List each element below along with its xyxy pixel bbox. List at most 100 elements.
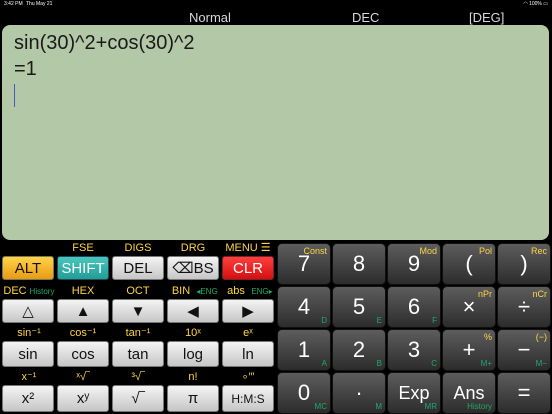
key-alt-label: C: [431, 359, 437, 368]
digit-4-button[interactable]: 4D: [277, 286, 331, 328]
digit-7-button[interactable]: 7 Const: [277, 243, 331, 285]
key-shift-label: %: [483, 332, 492, 342]
plus-button[interactable]: +% M+: [442, 329, 496, 371]
key-main-label: (: [465, 251, 473, 276]
del-button[interactable]: DEL: [112, 256, 164, 280]
label-dec: DEC: [3, 285, 27, 297]
result-text: =1: [14, 58, 37, 80]
digit-8-button[interactable]: 8: [332, 243, 386, 285]
log-button[interactable]: log: [167, 341, 219, 367]
digit-9-button[interactable]: 9 Mod: [387, 243, 441, 285]
label-hex: HEX: [71, 285, 95, 297]
right-arrow-icon[interactable]: ▶: [222, 299, 274, 323]
status-bar: 3:42 PM Thu May 21 ◠ 100% ▭: [0, 0, 552, 9]
key-main-label: 9: [407, 251, 421, 276]
multiply-button[interactable]: × nPr: [442, 286, 496, 328]
decimal-point-button[interactable]: · M: [332, 372, 386, 414]
digit-5-button[interactable]: 5E: [332, 286, 386, 328]
key-alt-label: E: [376, 316, 382, 325]
square-button[interactable]: x²: [2, 385, 54, 412]
label-fse: FSE: [72, 242, 94, 254]
power-button[interactable]: xʸ: [57, 385, 109, 412]
expression-text: sin(30)^2+cos(30)^2: [14, 32, 195, 54]
key-main-label: −: [517, 337, 531, 362]
tan-button[interactable]: tan: [112, 341, 164, 367]
key-alt-label: M−: [535, 359, 547, 368]
down-arrow-icon[interactable]: ▼: [112, 299, 164, 323]
label-drg: DRG: [180, 242, 206, 254]
hms-button[interactable]: H:M:S: [222, 385, 274, 412]
key-shift-label: nPr: [477, 289, 492, 299]
cos-button[interactable]: cos: [57, 341, 109, 367]
wifi-icon: ◠: [523, 1, 528, 7]
label-eng-right: ENG▸: [251, 287, 273, 296]
label-reciprocal: x⁻¹: [21, 371, 37, 383]
alt-button[interactable]: ALT: [2, 256, 54, 280]
up-arrow-icon[interactable]: ▲: [57, 299, 109, 323]
key-main-label: Exp: [398, 382, 430, 403]
backspace-button[interactable]: ⌫BS: [167, 256, 219, 280]
digit-2-button[interactable]: 2B: [332, 329, 386, 371]
label-history: History: [29, 287, 55, 296]
close-paren-button[interactable]: ) Rec: [497, 243, 551, 285]
mode-base: DEC: [352, 10, 380, 25]
status-date: Thu May 21: [26, 1, 53, 7]
exp-button[interactable]: Exp MR: [387, 372, 441, 414]
battery-icon: ▭: [543, 1, 548, 7]
right-keypad: 7 Const 8 9 Mod(Pol) Rec 4 D 5 E 6 F × nPr ÷ nCr 1 A 2 B 3 C +…: [277, 241, 552, 414]
label-eng-left: ◂ENG: [196, 287, 218, 296]
mode-angle: [DEG]: [469, 10, 505, 25]
label-dms: ∘′″: [241, 371, 255, 383]
key-alt-label: History: [467, 402, 492, 411]
battery-level: 100%: [529, 1, 542, 7]
key-main-label: +: [462, 337, 476, 362]
key-main-label: 0: [297, 380, 311, 405]
mode-normal: Normal: [189, 10, 231, 25]
up-outline-arrow-icon[interactable]: △: [2, 299, 54, 323]
digit-3-button[interactable]: 3C: [387, 329, 441, 371]
calculator-display[interactable]: sin(30)^2+cos(30)^2 =1: [2, 25, 549, 240]
key-alt-label: F: [432, 316, 437, 325]
left-arrow-icon[interactable]: ◀: [167, 299, 219, 323]
shift-button[interactable]: SHIFT: [57, 256, 109, 280]
key-main-label: =: [517, 380, 531, 405]
status-right: ◠ 100% ▭: [523, 1, 548, 7]
digit-0-button[interactable]: 0 MC: [277, 372, 331, 414]
label-menu: MENU ☰: [225, 242, 271, 254]
text-cursor: [14, 84, 15, 107]
key-shift-label: Const: [303, 246, 327, 256]
sin-button[interactable]: sin: [2, 341, 54, 367]
sqrt-button[interactable]: √‾: [112, 385, 164, 412]
label-oct: OCT: [126, 285, 150, 297]
key-alt-label: B: [376, 359, 382, 368]
ln-button[interactable]: ln: [222, 341, 274, 367]
key-alt-label: MC: [314, 402, 327, 411]
key-main-label: 8: [352, 251, 366, 276]
divide-button[interactable]: ÷ nCr: [497, 286, 551, 328]
label-digs: DIGS: [124, 242, 152, 254]
key-shift-label: nCr: [532, 289, 547, 299]
pi-button[interactable]: π: [167, 385, 219, 412]
key-main-label: Ans: [453, 382, 485, 403]
key-main-label: ÷: [517, 294, 531, 319]
key-alt-label: A: [321, 359, 327, 368]
minus-button[interactable]: − (−) M−: [497, 329, 551, 371]
key-main-label: ·: [355, 380, 363, 405]
key-shift-label: (−): [535, 332, 547, 342]
digit-6-button[interactable]: 6F: [387, 286, 441, 328]
open-paren-button[interactable]: (Pol: [442, 243, 496, 285]
key-main-label: 6: [407, 294, 421, 319]
ans-button[interactable]: Ans History: [442, 372, 496, 414]
label-atan: tan⁻¹: [125, 327, 151, 339]
label-ten-pow: 10ˣ: [185, 327, 201, 339]
digit-1-button[interactable]: 1A: [277, 329, 331, 371]
label-acos: cos⁻¹: [69, 327, 97, 339]
equals-button[interactable]: =: [497, 372, 551, 414]
key-main-label: 2: [352, 337, 366, 362]
mode-bar: Normal DEC [DEG]: [0, 9, 552, 25]
label-bin: BIN: [171, 285, 191, 297]
left-keypad: FSE DIGS DRG MENU ☰ ALT SHIFT DEL ⌫BS CL…: [0, 241, 276, 414]
key-main-label: 3: [407, 337, 421, 362]
key-alt-label: M+: [480, 359, 492, 368]
clr-button[interactable]: CLR: [222, 256, 274, 280]
